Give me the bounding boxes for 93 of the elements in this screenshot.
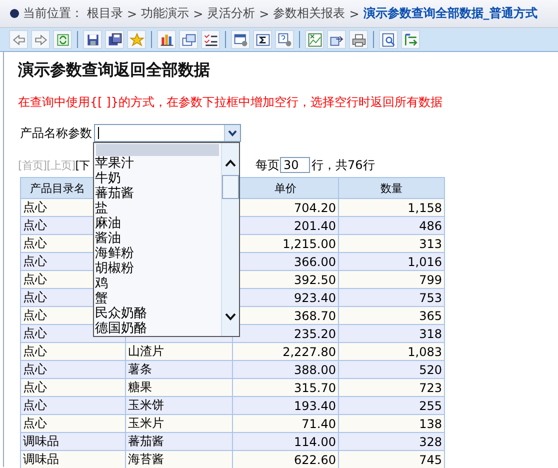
report-title: 演示参数查询返回全部数据	[18, 60, 211, 81]
sum-icon	[254, 32, 270, 48]
table-cell: 点心	[20, 360, 126, 378]
search-icon	[380, 32, 396, 48]
separator: >	[127, 6, 138, 20]
table-cell: 193.40	[232, 396, 338, 414]
table-cell: 71.40	[232, 414, 338, 432]
location-label: 当前位置：	[23, 5, 83, 22]
table-cell: 114.00	[232, 432, 338, 450]
table-cell: 365	[338, 306, 444, 324]
table-cell: 315.70	[232, 378, 338, 396]
page-link[interactable]: [下	[75, 158, 90, 172]
bullet-icon	[10, 9, 19, 18]
current-page-crumb: 演示参数查询全部数据_普通方式	[363, 5, 538, 22]
table-cell: 调味品	[20, 450, 126, 468]
forward-arrow-button[interactable]	[31, 30, 50, 49]
table-cell: 1,158	[338, 198, 444, 216]
table-cell: 520	[338, 360, 444, 378]
separator: >	[259, 6, 270, 20]
save-button[interactable]	[83, 30, 102, 49]
table-cell: 点心	[20, 396, 126, 414]
text-cursor	[98, 127, 99, 139]
checklist-icon	[202, 32, 218, 48]
table-cell: 1,083	[338, 342, 444, 360]
table-cell: 点心	[20, 414, 126, 432]
table-cell: 328	[338, 432, 444, 450]
search-button[interactable]	[379, 30, 398, 49]
table-cell: 622.60	[232, 450, 338, 468]
help-gear-icon	[276, 32, 292, 48]
save-as-button[interactable]	[105, 30, 124, 49]
table-cell: 753	[338, 288, 444, 306]
table-cell: 745	[338, 450, 444, 468]
sum-button[interactable]	[253, 30, 272, 49]
total-rows-label: 行，共76行	[311, 156, 375, 174]
table-cell: 486	[338, 216, 444, 234]
parameter-label: 产品名称参数	[20, 124, 92, 142]
table-cell: 138	[338, 414, 444, 432]
table-cell: 255	[338, 396, 444, 414]
table-cell: 318	[338, 324, 444, 342]
table-cell: 723	[338, 378, 444, 396]
spreadsheet-chart-button[interactable]	[305, 30, 324, 49]
bar-chart-button[interactable]	[157, 30, 176, 49]
table-cell: 海苔酱	[126, 450, 232, 468]
windows-button[interactable]	[179, 30, 198, 49]
table-cell: 玉米片	[126, 414, 232, 432]
scroll-thumb[interactable]	[222, 175, 239, 199]
per-page-label: 每页	[255, 156, 280, 174]
window-gear-button[interactable]	[231, 30, 250, 49]
export-button[interactable]	[327, 30, 346, 49]
dropdown-option[interactable]: 苹果汁	[94, 156, 221, 171]
table-cell: 1,016	[338, 252, 444, 270]
printer-icon	[350, 32, 366, 48]
table-cell: 799	[338, 270, 444, 288]
breadcrumb-link[interactable]: 灵活分析	[207, 5, 256, 22]
bar-chart-icon	[158, 32, 174, 48]
separator: >	[193, 6, 204, 20]
table-cell: 313	[338, 234, 444, 252]
table-cell: 薯条	[126, 360, 232, 378]
windows-icon	[180, 32, 196, 48]
star-icon	[128, 32, 144, 48]
printer-button[interactable]	[349, 30, 368, 49]
table-cell: 蕃茄酱	[126, 432, 232, 450]
window-gear-icon	[232, 32, 248, 48]
back-arrow-button[interactable]	[9, 30, 28, 49]
scroll-up-icon[interactable]	[225, 159, 236, 167]
scroll-down-icon[interactable]	[225, 313, 236, 321]
table-cell: 山渣片	[126, 342, 232, 360]
save-as-icon	[106, 32, 122, 48]
table-cell: 2,227.80	[232, 342, 338, 360]
breadcrumb-link[interactable]: 根目录	[87, 5, 123, 22]
refresh-button[interactable]	[53, 30, 72, 49]
breadcrumb-link[interactable]: 参数相关报表	[273, 5, 346, 22]
breadcrumb-link[interactable]: 功能演示	[141, 5, 190, 22]
table-cell: 糖果	[126, 378, 232, 396]
save-icon	[84, 32, 100, 48]
instruction-text: 在查询中使用{[ ]}的方式，在参数下拉框中增加空行，选择空行时返回所有数据	[18, 94, 444, 111]
scrollbar[interactable]	[221, 143, 239, 336]
help-gear-button[interactable]	[275, 30, 294, 49]
separator: >	[349, 6, 360, 20]
per-page-input[interactable]: 30	[280, 157, 310, 173]
table-cell: 388.00	[232, 360, 338, 378]
table-cell: 点心	[20, 378, 126, 396]
star-button[interactable]	[127, 30, 146, 49]
swap-arrows-icon	[402, 32, 418, 48]
spreadsheet-chart-icon	[306, 32, 322, 48]
column-header: 数量	[338, 178, 444, 198]
swap-arrows-button[interactable]	[401, 30, 420, 49]
refresh-icon	[54, 32, 70, 48]
checklist-button[interactable]	[201, 30, 220, 49]
dropdown-caret-icon[interactable]	[224, 125, 240, 141]
table-cell: 调味品	[20, 432, 126, 450]
table-cell: 点心	[20, 342, 126, 360]
table-cell: 玉米饼	[126, 396, 232, 414]
